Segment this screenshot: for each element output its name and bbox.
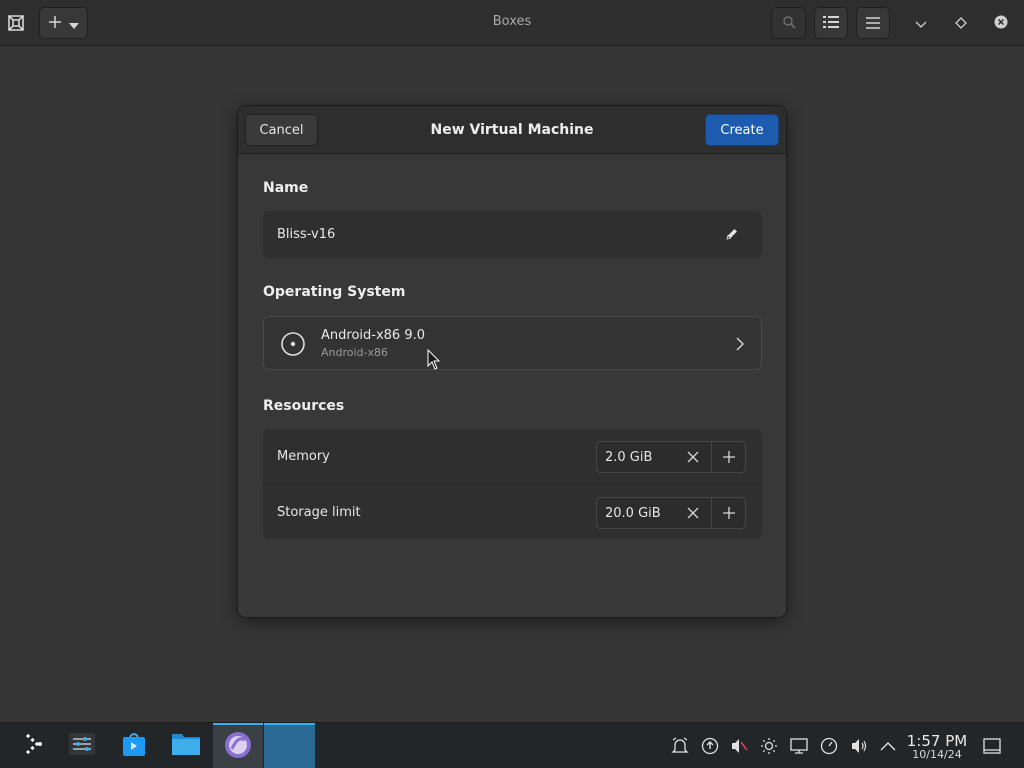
vm-name-value: Bliss-v16 bbox=[277, 227, 336, 242]
os-name: Android-x86 9.0 bbox=[321, 328, 425, 343]
update-icon[interactable] bbox=[700, 736, 720, 756]
taskbar bbox=[0, 722, 1024, 768]
new-vm-dialog: Cancel New Virtual Machine Create Name B… bbox=[237, 105, 787, 618]
active-window-taskbar-button[interactable] bbox=[264, 723, 315, 768]
resources-section-label: Resources bbox=[263, 398, 345, 414]
plus-icon bbox=[722, 448, 735, 467]
resources-card: Memory 2.0 GiB Storage limit 20.0 GiB bbox=[263, 429, 762, 539]
storage-value[interactable]: 20.0 GiB bbox=[605, 506, 661, 521]
disc-icon bbox=[280, 331, 306, 357]
volume-muted-icon[interactable] bbox=[729, 736, 749, 756]
hamburger-menu-icon bbox=[866, 14, 880, 33]
file-manager-launcher[interactable] bbox=[161, 723, 211, 768]
storage-clear-button[interactable] bbox=[676, 498, 710, 528]
search-button[interactable] bbox=[771, 7, 806, 39]
boxes-app-icon bbox=[224, 731, 252, 763]
dialog-title: New Virtual Machine bbox=[430, 122, 594, 138]
alarm-icon[interactable] bbox=[670, 736, 690, 756]
brightness-icon[interactable] bbox=[759, 736, 779, 756]
minimize-button[interactable] bbox=[905, 7, 937, 39]
plus-icon bbox=[722, 504, 735, 523]
storage-spin[interactable]: 20.0 GiB bbox=[596, 497, 746, 529]
create-button[interactable]: Create bbox=[705, 114, 779, 146]
maximize-button[interactable] bbox=[945, 7, 977, 39]
mouse-cursor-icon bbox=[427, 348, 441, 371]
system-settings-launcher[interactable] bbox=[57, 723, 107, 768]
close-icon bbox=[994, 14, 1008, 33]
name-field[interactable]: Bliss-v16 bbox=[263, 211, 762, 258]
storage-row: Storage limit 20.0 GiB bbox=[263, 484, 762, 539]
memory-increase-button[interactable] bbox=[711, 442, 745, 472]
close-x-icon bbox=[687, 448, 699, 467]
chevron-right-icon bbox=[733, 336, 747, 352]
discover-store-icon bbox=[120, 730, 148, 762]
memory-row: Memory 2.0 GiB bbox=[263, 429, 762, 484]
os-selector[interactable]: Android-x86 9.0 Android-x86 bbox=[263, 316, 762, 370]
os-section-label: Operating System bbox=[263, 284, 406, 300]
maximize-icon bbox=[955, 14, 967, 33]
display-icon[interactable] bbox=[789, 736, 809, 756]
list-view-icon bbox=[823, 14, 839, 33]
minimize-icon bbox=[915, 14, 927, 33]
storage-increase-button[interactable] bbox=[711, 498, 745, 528]
chevron-up-icon[interactable] bbox=[878, 736, 898, 756]
name-section-label: Name bbox=[263, 180, 309, 196]
search-icon bbox=[782, 14, 796, 33]
system-settings-icon bbox=[68, 730, 96, 762]
storage-label: Storage limit bbox=[277, 505, 361, 520]
memory-value[interactable]: 2.0 GiB bbox=[605, 450, 652, 465]
discover-launcher[interactable] bbox=[109, 723, 159, 768]
volume-icon[interactable] bbox=[849, 736, 869, 756]
app-launcher-icon bbox=[20, 731, 46, 761]
header-bar: Boxes bbox=[0, 0, 1024, 46]
close-x-icon bbox=[687, 504, 699, 523]
close-button[interactable] bbox=[985, 7, 1017, 39]
boxes-taskbar-button[interactable] bbox=[213, 723, 263, 768]
app-launcher-button[interactable] bbox=[8, 723, 58, 768]
memory-clear-button[interactable] bbox=[676, 442, 710, 472]
clock-date[interactable]: 10/14/24 bbox=[906, 748, 968, 761]
list-view-button[interactable] bbox=[814, 7, 848, 39]
os-family: Android-x86 bbox=[321, 346, 389, 359]
dialog-header: Cancel New Virtual Machine Create bbox=[238, 106, 786, 154]
memory-label: Memory bbox=[277, 449, 330, 464]
pencil-icon[interactable] bbox=[724, 226, 740, 242]
main-menu-button[interactable] bbox=[856, 7, 890, 39]
file-manager-icon bbox=[171, 731, 201, 761]
memory-spin[interactable]: 2.0 GiB bbox=[596, 441, 746, 473]
show-desktop-icon[interactable] bbox=[982, 736, 1002, 756]
timer-icon[interactable] bbox=[819, 736, 839, 756]
